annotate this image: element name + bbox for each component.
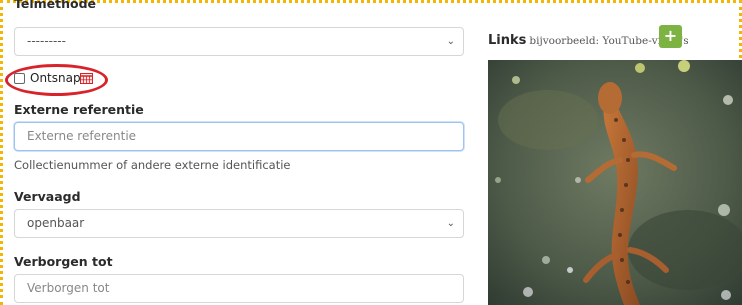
count-method-value: --------- (27, 34, 66, 48)
links-title: Links (488, 33, 527, 48)
external-reference-input[interactable]: Externe referentie (14, 122, 464, 151)
newt-photo-image (488, 60, 742, 305)
obscured-label: Vervaagd (14, 189, 81, 204)
external-reference-placeholder: Externe referentie (27, 129, 137, 143)
count-method-select[interactable]: --------- ⌄ (14, 27, 464, 56)
add-link-button[interactable]: + (659, 25, 682, 48)
obscured-value: openbaar (27, 216, 85, 230)
external-reference-label: Externe referentie (14, 102, 144, 117)
highlight-circle (5, 64, 108, 96)
chevron-down-icon: ⌄ (446, 36, 455, 47)
hidden-until-label: Verborgen tot (14, 254, 113, 269)
count-method-label: Telmethode (14, 0, 97, 11)
plus-icon: + (663, 26, 678, 45)
hidden-until-input[interactable]: Verborgen tot (14, 274, 464, 303)
obscured-select[interactable]: openbaar ⌄ (14, 209, 464, 238)
chevron-down-icon: ⌄ (446, 218, 455, 229)
observation-photo[interactable] (488, 60, 742, 305)
external-reference-help: Collectienummer of andere externe identi… (14, 158, 291, 172)
hidden-until-placeholder: Verborgen tot (27, 281, 110, 295)
